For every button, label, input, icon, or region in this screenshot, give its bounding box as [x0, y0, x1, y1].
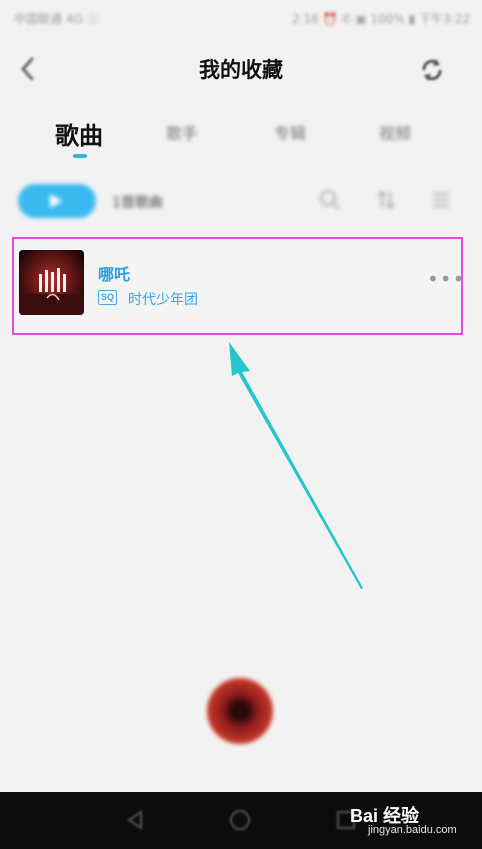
screen: 中国联通 4G ⓘ 2:16 ⏰ ✆ ▣ 100% ▮ 下午3:22 我的收藏 … [0, 0, 482, 849]
watermark-url: jingyan.baidu.com [368, 824, 457, 836]
play-all-button[interactable] [18, 184, 96, 218]
search-icon[interactable] [318, 188, 342, 212]
nav-back-icon[interactable] [123, 808, 147, 832]
sq-quality-badge: SQ [98, 290, 118, 305]
song-count: 1首歌曲 [112, 195, 163, 211]
song-title: 哪吒 [98, 265, 131, 284]
header: 我的收藏 [0, 36, 482, 102]
tab-songs[interactable]: 歌曲 [55, 116, 103, 151]
page-title: 我的收藏 [199, 58, 283, 82]
play-icon [50, 194, 62, 208]
tab-videos[interactable]: 视频 [379, 120, 411, 144]
list-toolbar: 1首歌曲 [0, 178, 482, 226]
list-icon[interactable] [429, 188, 453, 212]
more-options-button[interactable]: ••• [427, 269, 464, 293]
refresh-icon[interactable] [418, 56, 446, 84]
status-icons: 2:16 ⏰ ✆ ▣ 100% ▮ 下午3:22 [291, 12, 470, 26]
tab-indicator [73, 154, 87, 158]
baidu-jingyan-watermark: Bai 经验 jingyan.baidu.com [338, 800, 478, 844]
status-bar: 中国联通 4G ⓘ 2:16 ⏰ ✆ ▣ 100% ▮ 下午3:22 [0, 0, 482, 34]
song-list-item[interactable]: 哪吒 SQ 时代少年团 ••• [12, 237, 464, 335]
carrier-text: 中国联通 4G ⓘ [14, 12, 99, 26]
album-cover [19, 250, 84, 315]
tab-albums[interactable]: 专辑 [274, 120, 306, 144]
tab-bar: 歌曲 歌手 专辑 视频 [0, 112, 482, 164]
sort-icon[interactable] [374, 188, 398, 212]
song-artist: 时代少年团 [128, 292, 198, 308]
tab-singers[interactable]: 歌手 [166, 120, 198, 144]
now-playing-disc[interactable] [207, 678, 273, 744]
mini-player[interactable] [0, 672, 482, 792]
nav-home-icon[interactable] [228, 808, 252, 832]
